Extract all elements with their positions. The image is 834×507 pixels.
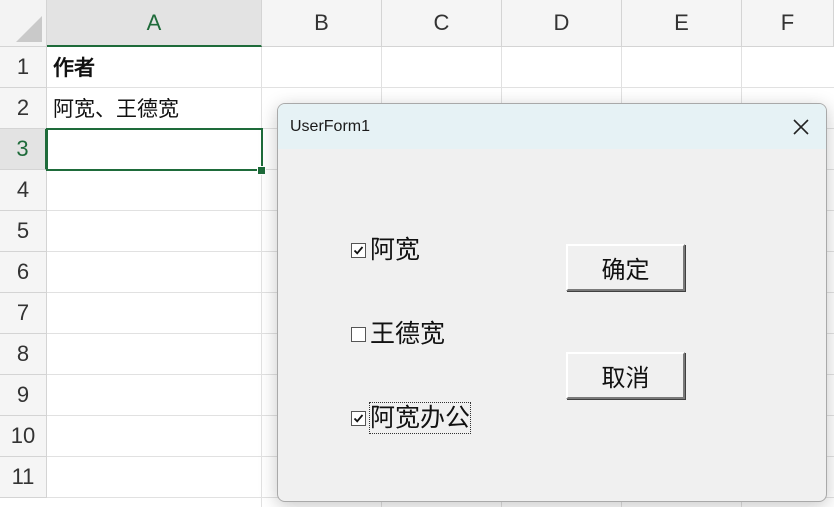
row-header-6[interactable]: 6	[0, 252, 47, 293]
row-header-8[interactable]: 8	[0, 334, 47, 375]
select-all-triangle-icon	[16, 16, 42, 42]
gridline	[47, 87, 834, 88]
fill-handle[interactable]	[257, 166, 266, 175]
check-icon	[353, 245, 364, 255]
column-header-d[interactable]: D	[502, 0, 622, 47]
cancel-button[interactable]: 取消	[566, 352, 685, 399]
userform-dialog: UserForm1 阿宽 王德宽 阿宽办公 确定 取消	[277, 103, 827, 502]
column-header-e[interactable]: E	[622, 0, 742, 47]
row-header-5[interactable]: 5	[0, 211, 47, 252]
column-header-b[interactable]: B	[262, 0, 382, 47]
checkbox-akuan-office[interactable]: 阿宽办公	[351, 402, 472, 434]
row-header-1[interactable]: 1	[0, 47, 47, 88]
row-header-9[interactable]: 9	[0, 375, 47, 416]
checkbox-label[interactable]: 王德宽	[370, 319, 445, 349]
gridline	[261, 47, 262, 507]
row-header-4[interactable]: 4	[0, 170, 47, 211]
dialog-titlebar[interactable]: UserForm1	[278, 104, 826, 149]
close-button[interactable]	[786, 112, 816, 142]
checkbox-box[interactable]	[351, 326, 366, 342]
select-all-corner[interactable]	[0, 0, 47, 47]
row-header-2[interactable]: 2	[0, 88, 47, 129]
row-header-7[interactable]: 7	[0, 293, 47, 334]
ok-button[interactable]: 确定	[566, 244, 685, 291]
column-header-c[interactable]: C	[382, 0, 502, 47]
cell-a3-selected[interactable]	[46, 128, 263, 171]
checkbox-wangdekuan[interactable]: 王德宽	[351, 319, 445, 349]
cell-a1[interactable]: 作者	[53, 48, 95, 88]
checkbox-box[interactable]	[351, 242, 366, 258]
checkbox-label[interactable]: 阿宽	[370, 235, 420, 265]
row-header-11[interactable]: 11	[0, 457, 47, 498]
column-header-a[interactable]: A	[47, 0, 262, 47]
dialog-title: UserForm1	[290, 118, 371, 135]
row-header-10[interactable]: 10	[0, 416, 47, 457]
checkbox-akuan[interactable]: 阿宽	[351, 235, 420, 265]
close-icon	[786, 112, 816, 142]
checkbox-box[interactable]	[351, 410, 366, 426]
check-icon	[353, 413, 364, 423]
checkbox-label[interactable]: 阿宽办公	[368, 402, 472, 434]
cell-a2[interactable]: 阿宽、王德宽	[53, 89, 179, 129]
column-header-f[interactable]: F	[742, 0, 834, 47]
row-header-3[interactable]: 3	[0, 129, 47, 170]
